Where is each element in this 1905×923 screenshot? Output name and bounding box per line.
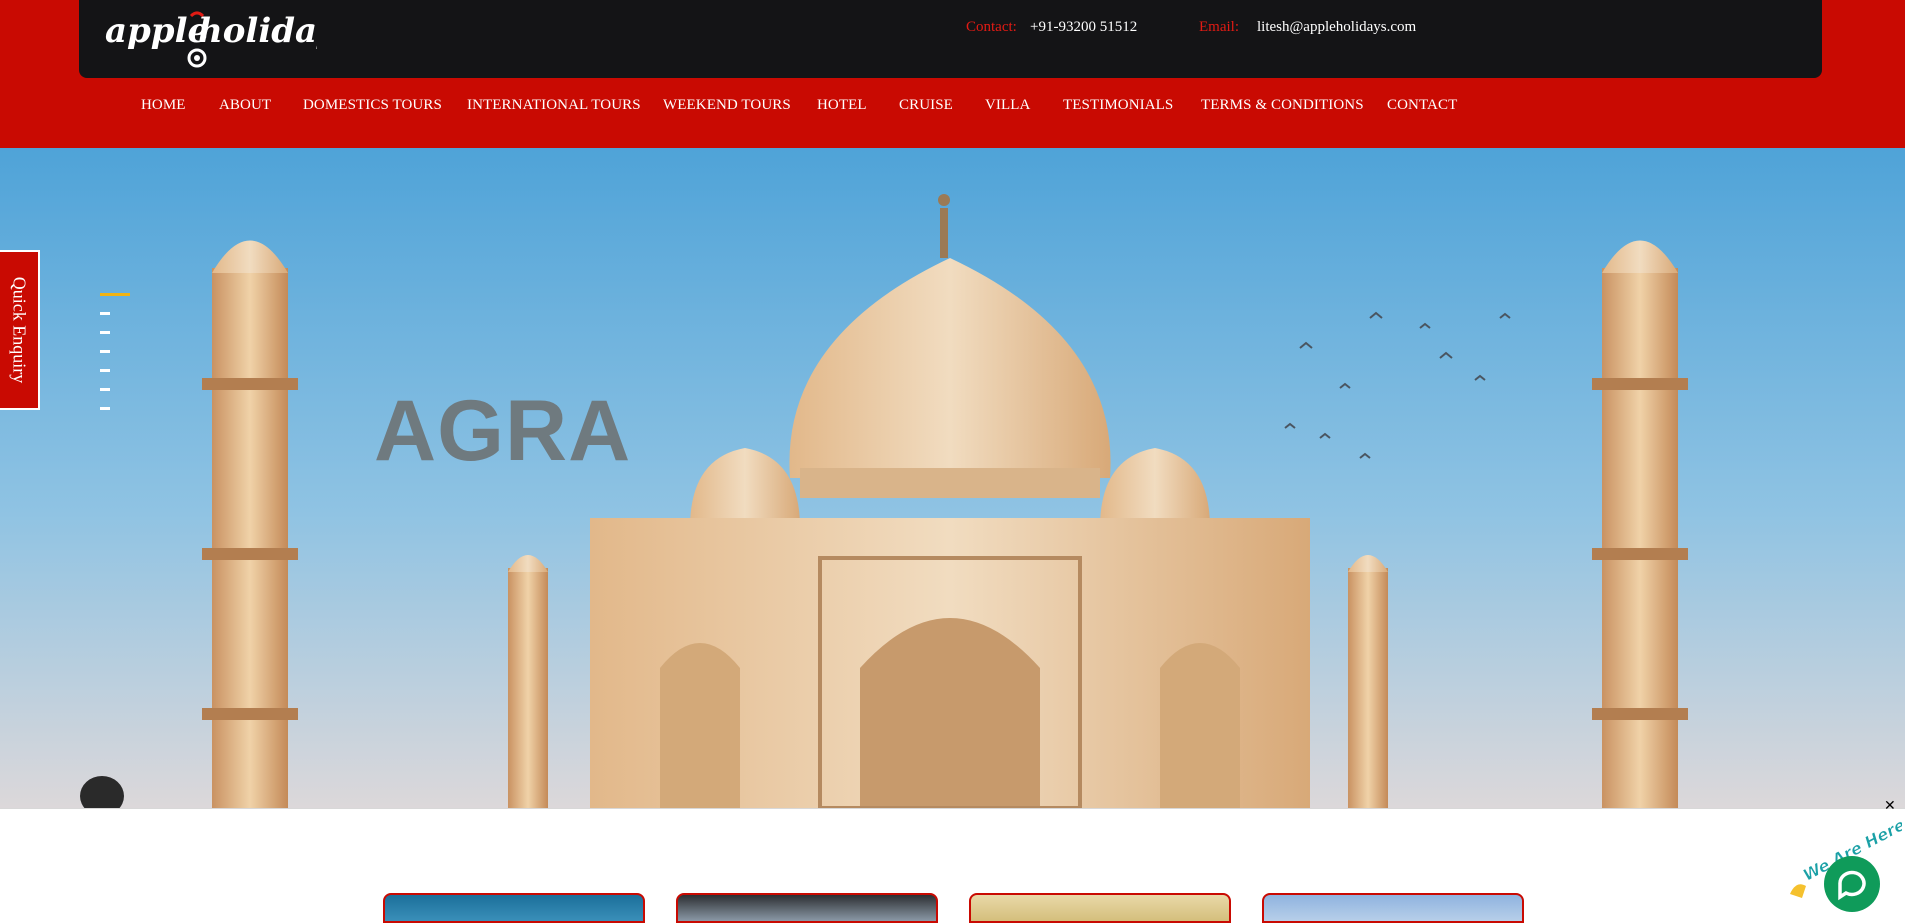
tour-card[interactable]: [383, 893, 645, 923]
svg-text:apple: apple: [105, 11, 209, 51]
slider-dot[interactable]: [100, 407, 110, 410]
chat-icon: We Are Here!: [1790, 811, 1905, 912]
nav-home[interactable]: HOME: [141, 97, 186, 114]
email-label: Email:: [1199, 19, 1239, 35]
slider-dot[interactable]: [100, 369, 110, 372]
contact-email[interactable]: litesh@appleholidays.com: [1257, 19, 1416, 36]
nav-domestic-tours[interactable]: DOMESTICS TOURS: [303, 97, 442, 114]
slider-dot[interactable]: [100, 312, 110, 315]
tour-card[interactable]: [969, 893, 1231, 923]
main-nav: HOME ABOUT DOMESTICS TOURS INTERNATIONAL…: [0, 97, 1905, 119]
close-icon[interactable]: ✕: [1884, 799, 1896, 813]
logo-image: apple holidays: [105, 11, 356, 68]
nav-villa[interactable]: VILLA: [985, 97, 1031, 114]
nav-weekend-tours[interactable]: WEEKEND TOURS: [663, 97, 791, 114]
hero-slider[interactable]: AGRA: [0, 148, 1905, 808]
quick-enquiry-label: Quick Enquiry: [9, 276, 30, 384]
quick-enquiry-tab[interactable]: Quick Enquiry: [0, 250, 40, 410]
tour-cards-section: [0, 808, 1905, 917]
chat-widget[interactable]: We Are Here!: [1782, 811, 1905, 914]
slider-dot[interactable]: [100, 331, 110, 334]
site-header: apple holidays Contact: +91-93200 51512 …: [0, 0, 1905, 148]
nav-international-tours[interactable]: INTERNATIONAL TOURS: [467, 97, 641, 114]
slider-dot[interactable]: [100, 388, 110, 391]
contact-label: Contact:: [966, 19, 1017, 35]
slider-dot-active[interactable]: [100, 293, 130, 296]
nav-terms-conditions[interactable]: TERMS & CONDITIONS: [1201, 97, 1364, 114]
slider-dot[interactable]: [100, 350, 110, 353]
nav-about[interactable]: ABOUT: [219, 97, 271, 114]
tour-card[interactable]: [676, 893, 938, 923]
site-logo[interactable]: apple holidays: [105, 2, 356, 70]
top-bar: apple holidays Contact: +91-93200 51512 …: [79, 0, 1822, 78]
hero-image-taj-mahal: [0, 148, 1905, 808]
nav-hotel[interactable]: HOTEL: [817, 97, 867, 114]
nav-contact[interactable]: CONTACT: [1387, 97, 1457, 114]
tour-card[interactable]: [1262, 893, 1524, 923]
nav-cruise[interactable]: CRUISE: [899, 97, 953, 114]
nav-testimonials[interactable]: TESTIMONIALS: [1063, 97, 1173, 114]
svg-text:holidays: holidays: [198, 11, 317, 51]
contact-phone[interactable]: +91-93200 51512: [1030, 19, 1137, 36]
hero-title: AGRA: [374, 383, 632, 479]
